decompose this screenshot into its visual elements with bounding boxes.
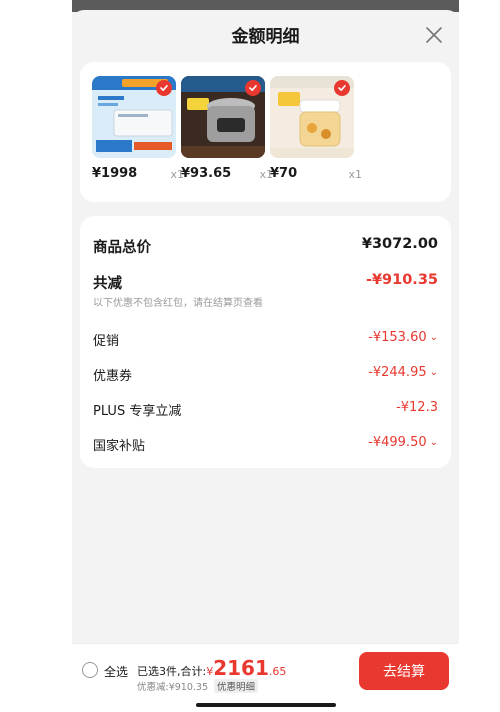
product-item[interactable]: ¥93.65 x1 xyxy=(181,76,273,181)
chevron-down-icon: ⌄ xyxy=(429,437,438,448)
total-price-value: ¥3072.00 xyxy=(361,236,438,252)
coupon-value: -¥244.95 ⌄ xyxy=(368,365,438,380)
product-thumbnail xyxy=(270,76,354,158)
chevron-down-icon: ⌄ xyxy=(429,367,438,378)
selected-check[interactable] xyxy=(334,80,350,96)
plus-discount-label: PLUS 专享立减 xyxy=(93,404,182,419)
close-button[interactable] xyxy=(423,24,445,46)
plus-discount-value: -¥12.3 xyxy=(396,400,438,415)
product-item[interactable]: ¥70 x1 xyxy=(270,76,362,181)
products-card: ¥1998 x1 ¥93.65 x1 ¥70 x1 xyxy=(80,62,451,202)
checkout-button[interactable]: 去结算 xyxy=(359,652,449,690)
promotion-label: 促销 xyxy=(93,334,120,349)
national-subsidy-label: 国家补贴 xyxy=(93,439,146,454)
summary-prefix: 已选3件,合计: xyxy=(137,665,207,678)
product-price: ¥70 xyxy=(270,166,298,181)
home-indicator[interactable] xyxy=(196,703,336,707)
sheet-title: 金额明细 xyxy=(231,27,300,47)
phone-screen: 金额明细 ¥1998 x1 ¥93.65 x1 ¥70 x1 商品总价 ¥307… xyxy=(72,0,459,712)
promotion-value: -¥153.60 ⌄ xyxy=(368,330,438,345)
total-amount-integer: 2161 xyxy=(213,656,269,680)
total-amount-decimal: .65 xyxy=(268,665,287,678)
home-indicator-area xyxy=(72,698,459,712)
selection-summary: 已选3件,合计:¥2161.65 xyxy=(137,656,286,680)
product-quantity: x1 xyxy=(348,168,362,181)
product-thumbnail xyxy=(181,76,265,158)
selected-check[interactable] xyxy=(245,80,261,96)
amount-details-card: 商品总价 ¥3072.00 共减 -¥910.35 以下优惠不包含红包，请在结算… xyxy=(80,216,451,468)
discount-amount: 优惠减:¥910.35 xyxy=(137,682,208,693)
coupon-label: 优惠券 xyxy=(93,369,133,384)
product-price: ¥1998 xyxy=(92,166,138,181)
close-icon xyxy=(426,27,442,43)
select-all-radio[interactable] xyxy=(82,662,98,678)
product-item[interactable]: ¥1998 x1 xyxy=(92,76,184,181)
right-gutter xyxy=(459,0,500,712)
chevron-down-icon: ⌄ xyxy=(429,332,438,343)
total-price-label: 商品总价 xyxy=(93,240,151,256)
total-reduction-label: 共减 xyxy=(93,276,122,292)
product-thumbnail xyxy=(92,76,176,158)
national-subsidy-value: -¥499.50 ⌄ xyxy=(368,435,438,450)
discount-summary: 优惠减:¥910.35 优惠明细 xyxy=(137,679,259,693)
discount-details-tag[interactable]: 优惠明细 xyxy=(214,679,259,693)
check-icon xyxy=(249,84,257,91)
checkout-bar: 全选 已选3件,合计:¥2161.65 优惠减:¥910.35 优惠明细 去结算 xyxy=(72,643,459,698)
reduction-note: 以下优惠不包含红包，请在结算页查看 xyxy=(93,298,263,309)
left-gutter xyxy=(0,0,72,712)
total-reduction-value: -¥910.35 xyxy=(365,272,438,288)
select-all-label[interactable]: 全选 xyxy=(104,663,128,680)
check-icon xyxy=(160,84,168,91)
amount-details-sheet: 金额明细 ¥1998 x1 ¥93.65 x1 ¥70 x1 商品总价 ¥307… xyxy=(72,10,459,650)
check-icon xyxy=(338,84,346,91)
product-price: ¥93.65 xyxy=(181,166,232,181)
selected-check[interactable] xyxy=(156,80,172,96)
